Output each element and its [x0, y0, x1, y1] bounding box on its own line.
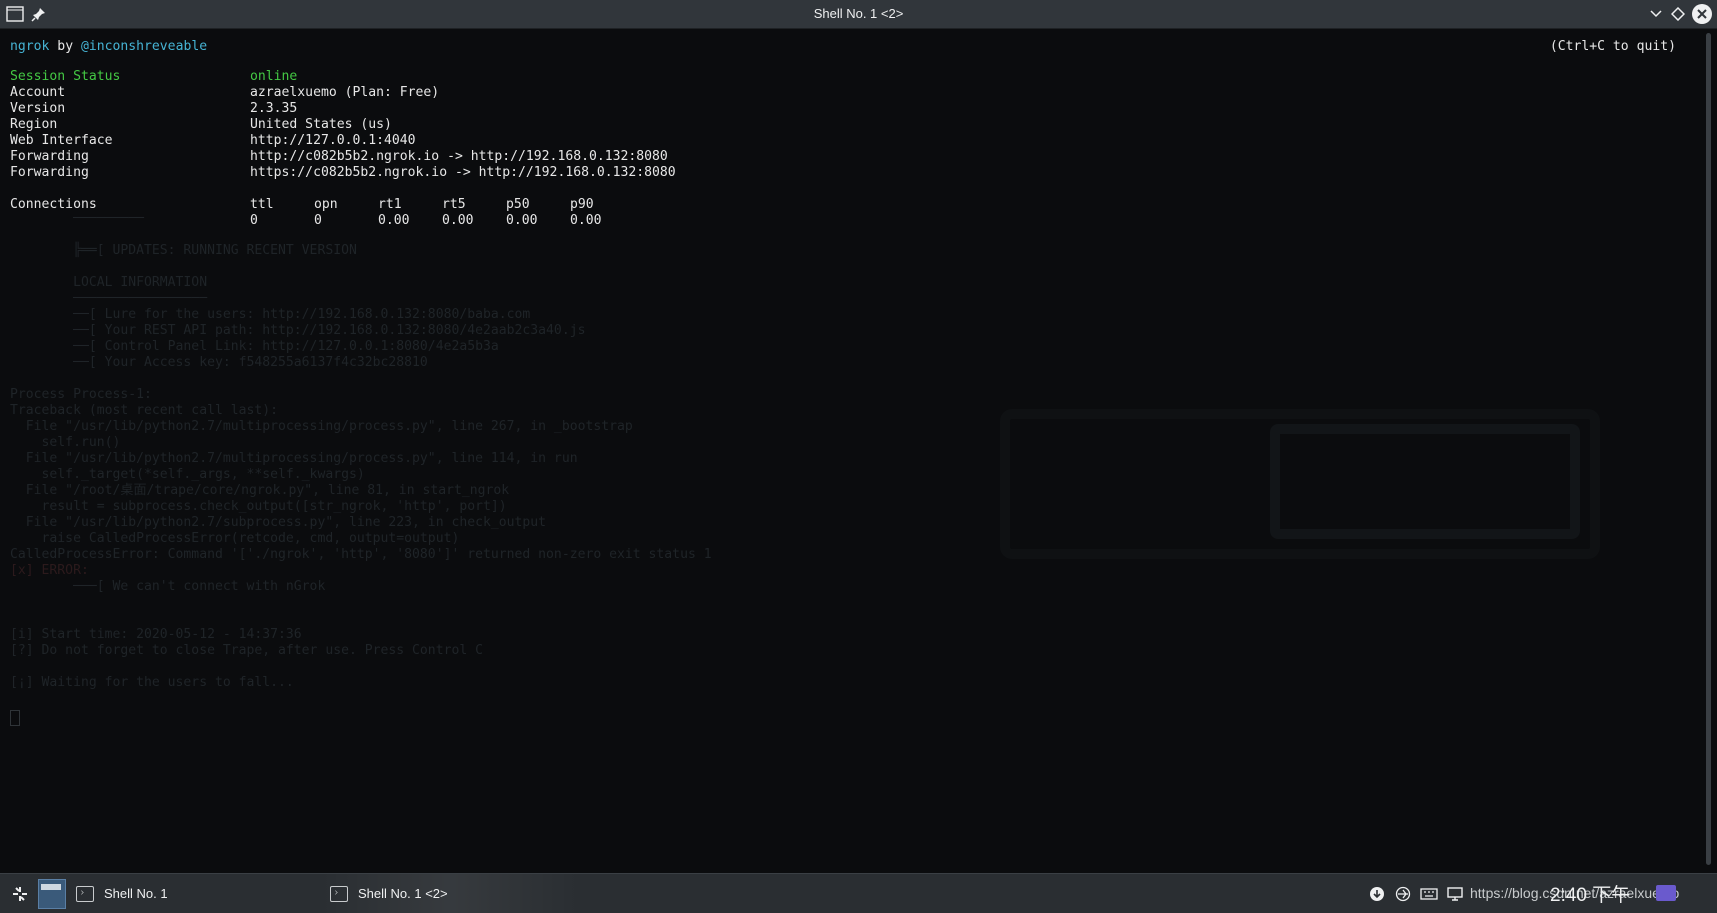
terminal-scrollbar[interactable] — [1700, 29, 1717, 872]
row-value: 2.3.35 — [250, 101, 298, 116]
banner-by: by — [49, 39, 81, 54]
row-label: Region — [10, 117, 58, 132]
scrollbar-thumb[interactable] — [1706, 33, 1711, 865]
residue-line — [10, 259, 712, 275]
display-icon[interactable] — [1446, 885, 1464, 903]
residue-line: ───────── — [10, 211, 145, 226]
minimize-button[interactable] — [1646, 4, 1666, 24]
taskbar: Shell No. 1 Shell No. 1 <2> https://blog… — [0, 873, 1717, 913]
ghost-logo-residue-inner — [1270, 424, 1580, 539]
clock[interactable]: 2:40 下午 — [1550, 880, 1630, 907]
conn-value: 0 — [314, 213, 322, 228]
banner-author: @inconshreveable — [80, 39, 208, 54]
row-label: Web Interface — [10, 133, 113, 148]
residue-line: [i] Start time: 2020-05-12 - 14:37:36 — [10, 627, 302, 642]
residue-line — [10, 611, 712, 627]
residue-line: self._target(*self._args, **self._kwargs… — [10, 467, 365, 482]
residue-line: result = subprocess.check_output([str_ng… — [10, 499, 507, 514]
terminal-icon — [76, 885, 94, 902]
app-launcher-icon[interactable] — [10, 884, 30, 904]
row-label: Forwarding — [10, 165, 89, 180]
residue-line — [10, 227, 712, 243]
row-value: http://c082b5b2.ngrok.io -> http://192.1… — [250, 149, 668, 164]
session-status-label: Session Status — [10, 69, 121, 84]
keep-above-icon — [1671, 7, 1685, 21]
conn-header: rt1 — [378, 197, 402, 212]
residue-line: Process Process-1: — [10, 387, 152, 402]
residue-line: File "/usr/lib/python2.7/subprocess.py",… — [10, 515, 547, 530]
close-button[interactable] — [1692, 4, 1712, 24]
input-method-icon[interactable] — [1656, 885, 1676, 901]
banner-name: ngrok — [10, 39, 50, 54]
conn-value: 0.00 — [506, 213, 538, 228]
residue-line — [10, 595, 712, 611]
residue-line: ──[ Your Access key: f548255a6137f4c32bc… — [10, 355, 428, 370]
residue-line: self.run() — [10, 435, 121, 450]
residue-line: ──[ Control Panel Link: http://127.0.0.1… — [10, 339, 499, 354]
session-status-value: online — [250, 69, 298, 84]
task-label: Shell No. 1 — [104, 886, 168, 901]
residue-line: Traceback (most recent call last): — [10, 403, 279, 418]
task-shell-1[interactable]: Shell No. 1 — [76, 874, 168, 913]
pager-icon[interactable] — [38, 879, 66, 909]
close-icon — [1697, 9, 1707, 19]
row-value: United States (us) — [250, 117, 392, 132]
row-label: Account — [10, 85, 66, 100]
residue-line: ──[ Lure for the users: http://192.168.0… — [10, 307, 531, 322]
residue-line: [?] Do not forget to close Trape, after … — [10, 643, 483, 658]
residue-line: ──[ Your REST API path: http://192.168.0… — [10, 323, 586, 338]
conn-value: 0.00 — [570, 213, 602, 228]
conn-header: p90 — [570, 197, 594, 212]
task-shell-1-2[interactable]: Shell No. 1 <2> — [330, 874, 448, 913]
row-label: Version — [10, 101, 66, 116]
residue-line: File "/root/桌面/trape/core/ngrok.py", lin… — [10, 483, 510, 498]
terminal-output[interactable]: ───────── ╠══[ UPDATES: RUNNING RECENT V… — [0, 29, 1700, 872]
minimize-icon — [1650, 10, 1662, 18]
row-label: Forwarding — [10, 149, 89, 164]
system-tray — [1364, 874, 1468, 913]
keep-above-button[interactable] — [1668, 4, 1688, 24]
row-value: http://127.0.0.1:4040 — [250, 133, 416, 148]
network-icon[interactable] — [1394, 885, 1412, 903]
quit-hint: (Ctrl+C to quit) — [1549, 39, 1676, 54]
terminal-cursor — [10, 710, 20, 726]
window-title: Shell No. 1 <2> — [813, 6, 904, 21]
residue-line: CalledProcessError: Command '['./ngrok',… — [10, 547, 712, 562]
keyboard-icon[interactable] — [1420, 885, 1438, 903]
residue-line — [10, 371, 712, 387]
residue-line: ───────────────── — [10, 291, 208, 306]
residue-line: LOCAL INFORMATION — [10, 275, 208, 290]
conn-header: p50 — [506, 197, 530, 212]
task-label: Shell No. 1 <2> — [358, 886, 448, 901]
download-icon[interactable] — [1368, 885, 1386, 903]
faded-trape-output: ───────── ╠══[ UPDATES: RUNNING RECENT V… — [10, 211, 712, 691]
window-titlebar[interactable]: Shell No. 1 <2> — [0, 0, 1717, 29]
row-value: azraelxuemo (Plan: Free) — [250, 85, 440, 100]
conn-value: 0 — [250, 213, 258, 228]
residue-line: File "/usr/lib/python2.7/multiprocessing… — [10, 451, 578, 466]
conn-header: rt5 — [442, 197, 466, 212]
residue-line: File "/usr/lib/python2.7/multiprocessing… — [10, 419, 633, 434]
conn-header: ttl — [250, 197, 274, 212]
residue-line: raise CalledProcessError(retcode, cmd, o… — [10, 531, 460, 546]
terminal-icon — [330, 885, 348, 902]
row-value: https://c082b5b2.ngrok.io -> http://192.… — [250, 165, 676, 180]
residue-line: ───[ We can't connect with nGrok — [10, 579, 326, 594]
ngrok-banner: ngrok by @inconshreveable — [10, 39, 207, 55]
conn-header: opn — [314, 197, 338, 212]
conn-value: 0.00 — [378, 213, 410, 228]
residue-line: [x] ERROR: — [10, 563, 89, 578]
residue-line: ╠══[ UPDATES: RUNNING RECENT VERSION — [10, 243, 357, 258]
conn-value: 0.00 — [442, 213, 474, 228]
residue-line: [¡] Waiting for the users to fall... — [10, 675, 294, 690]
connections-label: Connections — [10, 197, 97, 212]
residue-line — [10, 659, 712, 675]
